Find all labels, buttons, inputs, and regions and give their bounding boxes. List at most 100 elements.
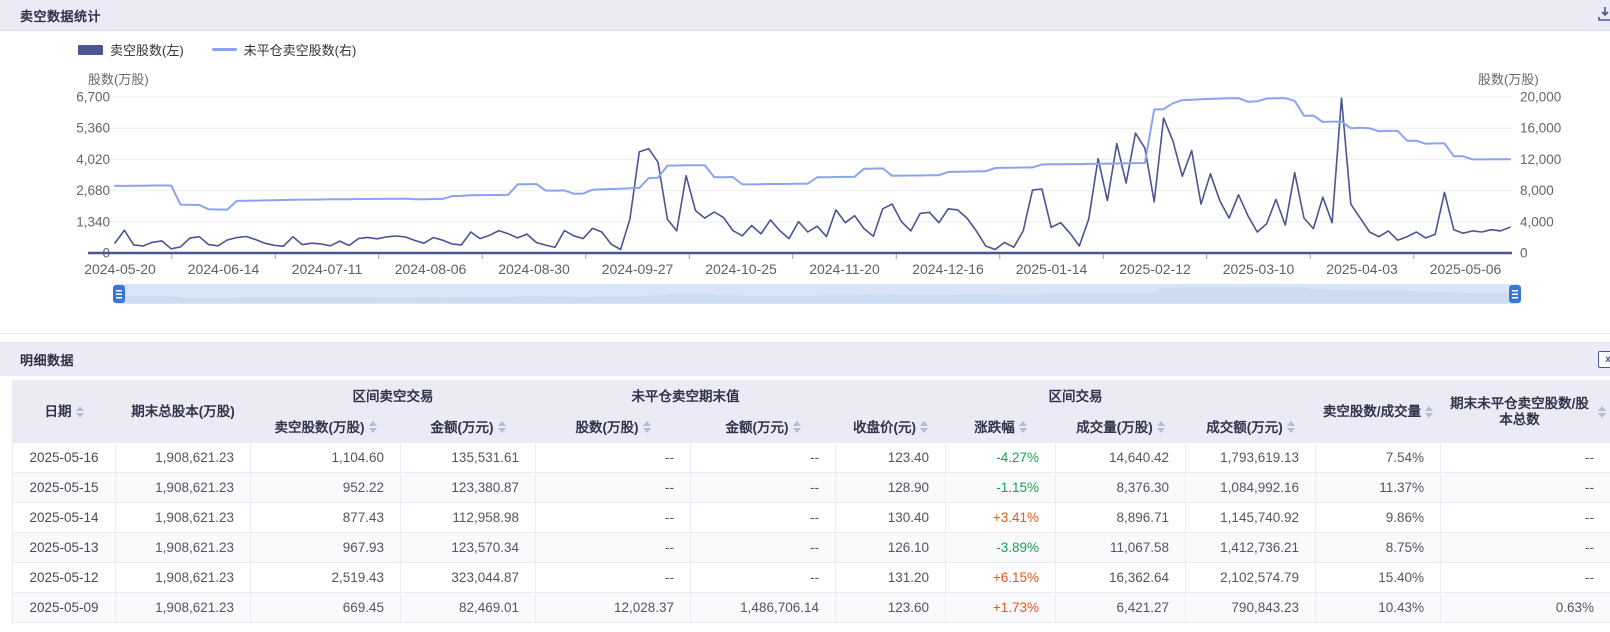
svg-text:2025-05-06: 2025-05-06 xyxy=(1430,261,1502,277)
table-cell: -- xyxy=(1441,503,1610,533)
table-cell: 877.43 xyxy=(251,503,401,533)
table-row[interactable]: 2025-05-151,908,621.23952.22123,380.87--… xyxy=(13,473,1610,503)
table-cell: -- xyxy=(691,563,836,593)
table-cell: 2025-05-09 xyxy=(13,593,116,623)
column-header[interactable]: 金额(万元) xyxy=(401,412,536,443)
table-cell: 1,412,736.21 xyxy=(1186,533,1316,563)
table-cell: -- xyxy=(1441,473,1610,503)
table-cell: 2025-05-16 xyxy=(13,443,116,473)
table-cell: 11.37% xyxy=(1316,473,1441,503)
datazoom-left-handle[interactable] xyxy=(113,285,125,303)
column-header[interactable]: 涨跌幅 xyxy=(946,412,1056,443)
chart-panel-titlebar: 卖空数据统计 xyxy=(0,0,1610,31)
table-cell: 6,421.27 xyxy=(1056,593,1186,623)
sort-icon[interactable] xyxy=(76,406,84,418)
table-cell: 128.90 xyxy=(836,473,946,503)
detail-panel-title: 明细数据 xyxy=(20,350,74,369)
table-row[interactable]: 2025-05-131,908,621.23967.93123,570.34--… xyxy=(13,533,1610,563)
column-header: 未平仓卖空期末值 xyxy=(536,381,836,412)
table-cell: -- xyxy=(536,503,691,533)
table-row[interactable]: 2025-05-091,908,621.23669.4582,469.0112,… xyxy=(13,593,1610,623)
column-header: 区间交易 xyxy=(836,381,1316,412)
column-header[interactable]: 日期 xyxy=(13,381,116,443)
column-header[interactable]: 卖空股数/成交量 xyxy=(1316,381,1441,443)
table-cell: 2,102,574.79 xyxy=(1186,563,1316,593)
table-cell: 1,486,706.14 xyxy=(691,593,836,623)
column-header: 期末总股本(万股) xyxy=(116,381,251,443)
sort-icon[interactable] xyxy=(793,421,801,433)
table-cell: 967.93 xyxy=(251,533,401,563)
table-row[interactable]: 2025-05-161,908,621.231,104.60135,531.61… xyxy=(13,443,1610,473)
table-cell: 123,380.87 xyxy=(401,473,536,503)
svg-text:2,680: 2,680 xyxy=(76,183,110,198)
sort-icon[interactable] xyxy=(1287,421,1295,433)
svg-text:0: 0 xyxy=(1520,246,1528,261)
table-cell: -- xyxy=(1441,533,1610,563)
table-cell: 11,067.58 xyxy=(1056,533,1186,563)
table-row[interactable]: 2025-05-141,908,621.23877.43112,958.98--… xyxy=(13,503,1610,533)
table-row[interactable]: 2025-05-121,908,621.232,519.43323,044.87… xyxy=(13,563,1610,593)
table-cell: -4.27% xyxy=(946,443,1056,473)
table-cell: -- xyxy=(691,503,836,533)
table-cell: -- xyxy=(536,443,691,473)
sort-icon[interactable] xyxy=(498,421,506,433)
table-cell: 7.54% xyxy=(1316,443,1441,473)
column-header[interactable]: 期末未平仓卖空股数/股本总数 xyxy=(1441,381,1610,443)
excel-export-icon[interactable]: x xyxy=(1598,351,1610,368)
short-selling-chart[interactable]: 6,7005,3604,0202,6801,340020,00016,00012… xyxy=(0,31,1610,283)
column-header[interactable]: 成交额(万元) xyxy=(1186,412,1316,443)
table-cell: 131.20 xyxy=(836,563,946,593)
table-cell: 1,908,621.23 xyxy=(116,503,251,533)
sort-icon[interactable] xyxy=(920,421,928,433)
table-cell: 669.45 xyxy=(251,593,401,623)
table-cell: 8.75% xyxy=(1316,533,1441,563)
table-cell: -- xyxy=(1441,443,1610,473)
column-header[interactable]: 金额(万元) xyxy=(691,412,836,443)
table-cell: 1,145,740.92 xyxy=(1186,503,1316,533)
svg-text:4,020: 4,020 xyxy=(76,152,110,167)
table-cell: -- xyxy=(691,443,836,473)
sort-icon[interactable] xyxy=(1598,406,1606,418)
column-header: 区间卖空交易 xyxy=(251,381,536,412)
table-cell: 1,908,621.23 xyxy=(116,473,251,503)
column-header[interactable]: 股数(万股) xyxy=(536,412,691,443)
table-cell: 82,469.01 xyxy=(401,593,536,623)
column-header[interactable]: 收盘价(元) xyxy=(836,412,946,443)
table-cell: -3.89% xyxy=(946,533,1056,563)
svg-text:20,000: 20,000 xyxy=(1520,90,1561,105)
table-cell: +6.15% xyxy=(946,563,1056,593)
datazoom-slider[interactable] xyxy=(115,284,1519,304)
column-header[interactable]: 卖空股数(万股) xyxy=(251,412,401,443)
svg-text:2024-09-27: 2024-09-27 xyxy=(602,261,674,277)
table-cell: 1,908,621.23 xyxy=(116,533,251,563)
svg-text:2025-03-10: 2025-03-10 xyxy=(1223,261,1295,277)
column-header[interactable]: 成交量(万股) xyxy=(1056,412,1186,443)
sort-icon[interactable] xyxy=(1157,421,1165,433)
table-cell: 112,958.98 xyxy=(401,503,536,533)
table-cell: 2025-05-12 xyxy=(13,563,116,593)
chart-area[interactable]: 卖空股数(左) 未平仓卖空股数(右) 股数(万股) 股数(万股) 6,7005,… xyxy=(0,31,1610,334)
sort-icon[interactable] xyxy=(1425,406,1433,418)
sort-icon[interactable] xyxy=(369,421,377,433)
svg-text:2025-01-14: 2025-01-14 xyxy=(1016,261,1088,277)
table-cell: 0.63% xyxy=(1441,593,1610,623)
table-cell: 123,570.34 xyxy=(401,533,536,563)
sort-icon[interactable] xyxy=(643,421,651,433)
table-cell: 14,640.42 xyxy=(1056,443,1186,473)
svg-text:16,000: 16,000 xyxy=(1520,121,1561,136)
sort-icon[interactable] xyxy=(1019,421,1027,433)
table-cell: 12,028.37 xyxy=(536,593,691,623)
table-cell: 123.40 xyxy=(836,443,946,473)
svg-text:2024-08-30: 2024-08-30 xyxy=(498,261,570,277)
table-cell: -1.15% xyxy=(946,473,1056,503)
table-cell: -- xyxy=(691,473,836,503)
svg-text:6,700: 6,700 xyxy=(76,90,110,105)
datazoom-right-handle[interactable] xyxy=(1509,285,1521,303)
table-cell: +3.41% xyxy=(946,503,1056,533)
table-cell: -- xyxy=(1441,563,1610,593)
table-cell: 8,376.30 xyxy=(1056,473,1186,503)
svg-text:2024-10-25: 2024-10-25 xyxy=(705,261,777,277)
table-cell: 16,362.64 xyxy=(1056,563,1186,593)
svg-text:1,340: 1,340 xyxy=(76,214,110,229)
download-icon[interactable] xyxy=(1597,6,1610,22)
